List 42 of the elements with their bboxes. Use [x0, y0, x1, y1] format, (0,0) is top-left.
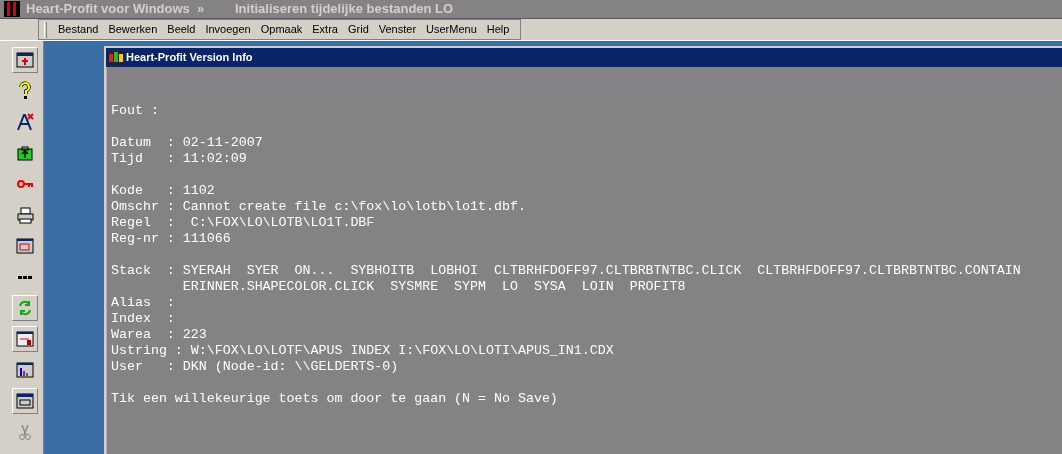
status-text: Initialiseren tijdelijke bestanden LO: [235, 0, 454, 19]
message-line: Ustring : W:\FOX\LO\LOTF\APUS INDEX I:\FOX\LO\LOTI\APUS_IN1.CDX: [111, 343, 615, 359]
menu-item[interactable]: Bewerken: [103, 21, 163, 38]
message-line: Reg-nr : 111066: [111, 231, 232, 247]
toolbar-button[interactable]: [11, 326, 38, 352]
window-title: Heart-Profit voor Windows »: [26, 0, 206, 19]
menu-item[interactable]: Opmaak: [255, 21, 308, 38]
message-line: Tik een willekeurige toets om door te gaan (N = No Save): [111, 391, 559, 407]
message-line: Kode : 1102: [111, 183, 216, 199]
menu-item[interactable]: UserMenu: [421, 21, 482, 38]
message-line: User : DKN (Node-id: \\GELDERTS-0): [111, 359, 400, 375]
message-line: Stack : SYERAH SYER ON... SYBHOITB LOBHOI CLTBRHFDOFF97.CLTBRBTNTBC.CLICK CLTBRHFDOFF97.CLTBRBTNTBC.CONTAIN: [111, 263, 1022, 279]
toolbar-button[interactable]: [11, 388, 38, 414]
window-icon: [14, 329, 35, 349]
menu-item[interactable]: Extra: [307, 21, 343, 38]
dialog-title: Heart-Profit Version Info: [126, 50, 253, 66]
window-icon: [14, 50, 35, 70]
menu-item[interactable]: Bestand: [53, 21, 104, 38]
message-line: Alias :: [111, 295, 176, 311]
message-line: Tijd : 11:02:09: [111, 151, 248, 167]
chart-icon: [14, 360, 35, 380]
window-icon: [14, 391, 35, 411]
menu-item[interactable]: Grid: [342, 21, 374, 38]
app-icon: [108, 50, 124, 65]
message-line: Index :: [111, 311, 176, 327]
message-line: ERINNER.SHAPECOLOR.CLICK SYSMRE SYPM LO SYSA LOIN PROFIT8: [181, 279, 687, 295]
menu-item[interactable]: Beeld: [162, 21, 201, 38]
printer-icon: [14, 205, 35, 225]
message-line: Regel : C:\FOX\LO\LOTB\LO1T.DBF: [111, 215, 376, 231]
menu-item[interactable]: Help: [481, 21, 515, 38]
dots-icon: [17, 275, 32, 279]
message-line: Datum : 02-11-2007: [111, 135, 264, 151]
window-icon: [14, 236, 35, 256]
message-line: Omschr : Cannot create file c:\fox\lo\lotb\lo1t.dbf.: [111, 199, 527, 215]
menu-item[interactable]: Invoegen: [200, 21, 256, 38]
menu-item[interactable]: Venster: [373, 21, 422, 38]
app-icon: [4, 1, 20, 17]
message-line: Warea : 223: [111, 327, 208, 343]
folder-icon: [14, 143, 35, 163]
message-line: Fout :: [111, 103, 160, 119]
toolbar-button[interactable]: [11, 47, 38, 73]
font-icon: [14, 112, 35, 132]
